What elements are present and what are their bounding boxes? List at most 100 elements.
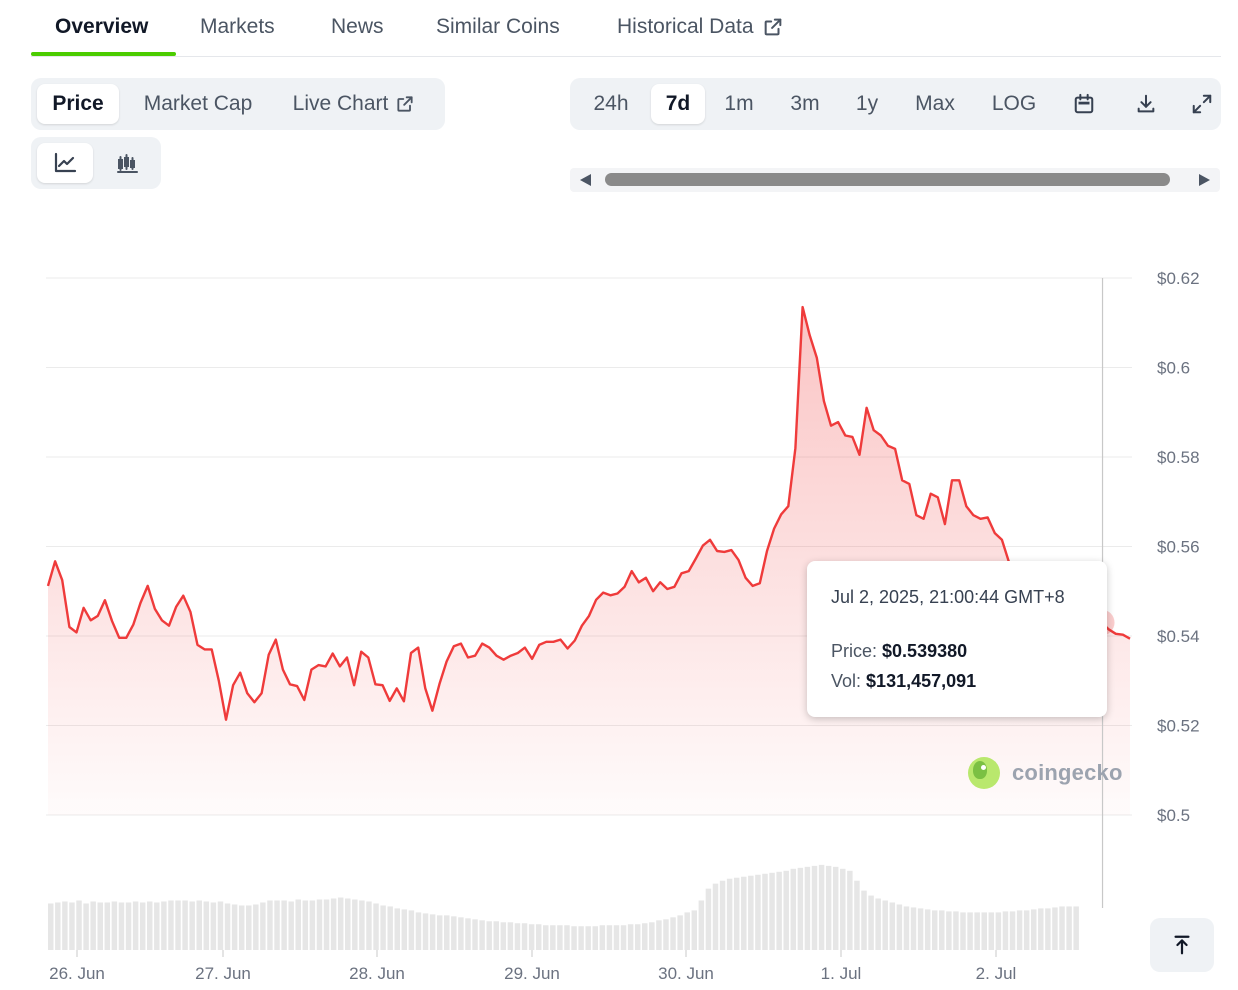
volume-bar bbox=[557, 925, 563, 950]
volume-bar bbox=[507, 922, 514, 950]
volume-bar bbox=[939, 910, 945, 950]
volume-bar bbox=[755, 874, 761, 950]
volume-bar bbox=[1023, 910, 1030, 950]
volume-bar bbox=[691, 910, 698, 950]
coingecko-logo: coingecko bbox=[968, 756, 1123, 790]
volume-bar bbox=[69, 902, 75, 950]
tooltip-date: Jul 2, 2025, 21:00:44 GMT+8 bbox=[831, 587, 1065, 607]
chart-tooltip: Jul 2, 2025, 21:00:44 GMT+8 Price: $0.53… bbox=[807, 561, 1107, 717]
volume-bar bbox=[946, 911, 952, 950]
volume-bar bbox=[154, 902, 160, 950]
gecko-icon bbox=[968, 757, 1000, 789]
volume-bar bbox=[125, 902, 132, 950]
volume-bar bbox=[479, 920, 485, 950]
y-tick-label: $0.5 bbox=[1157, 806, 1190, 825]
volume-bar bbox=[543, 925, 549, 950]
x-tick-label: 27. Jun bbox=[195, 964, 251, 983]
volume-bar bbox=[528, 924, 535, 950]
volume-bar bbox=[472, 919, 478, 950]
volume-bar bbox=[613, 925, 620, 950]
volume-bar bbox=[415, 912, 422, 950]
volume-bar bbox=[762, 873, 768, 950]
volume-bar bbox=[288, 901, 294, 950]
x-tick-label: 26. Jun bbox=[49, 964, 105, 983]
volume-bar bbox=[910, 907, 917, 950]
y-tick-label: $0.52 bbox=[1157, 717, 1200, 736]
volume-bar bbox=[267, 900, 273, 950]
volume-bar bbox=[210, 902, 217, 950]
volume-bar bbox=[401, 909, 408, 950]
volume-bar bbox=[366, 901, 372, 950]
volume-bar bbox=[988, 912, 995, 950]
volume-bar bbox=[168, 900, 174, 950]
volume-bar bbox=[931, 910, 938, 950]
volume-bar bbox=[854, 880, 860, 950]
volume-bar bbox=[458, 917, 464, 950]
volume-bar bbox=[960, 912, 966, 950]
volume-bar bbox=[1052, 907, 1058, 950]
volume-bar bbox=[974, 912, 980, 950]
volume-bar bbox=[953, 911, 959, 950]
x-tick-label: 2. Jul bbox=[976, 964, 1017, 983]
tooltip-price-row: Price: $0.539380 bbox=[831, 641, 967, 662]
volume-bar bbox=[48, 903, 54, 950]
volume-bar bbox=[776, 871, 782, 950]
volume-bar bbox=[832, 866, 839, 950]
volume-bar bbox=[1066, 906, 1072, 950]
volume-bar bbox=[309, 900, 316, 950]
volume-bar bbox=[656, 920, 662, 950]
volume-bar bbox=[514, 923, 521, 950]
x-tick-label: 30. Jun bbox=[658, 964, 714, 983]
volume-bar bbox=[698, 900, 705, 950]
volume-bar bbox=[1002, 911, 1009, 950]
volume-bar bbox=[246, 905, 252, 950]
volume-bar bbox=[783, 870, 789, 950]
volume-bar bbox=[97, 902, 103, 950]
volume-bar bbox=[924, 909, 931, 950]
volume-bar bbox=[818, 864, 825, 950]
volume-bar bbox=[330, 898, 337, 950]
logo-wordmark: coingecko bbox=[1012, 760, 1123, 785]
x-tick-label: 28. Jun bbox=[349, 964, 405, 983]
y-tick-label: $0.62 bbox=[1157, 269, 1200, 288]
volume-bar bbox=[465, 918, 471, 950]
volume-bar bbox=[741, 876, 747, 950]
volume-bar bbox=[408, 910, 415, 950]
volume-bar bbox=[981, 912, 987, 950]
volume-bar bbox=[917, 908, 924, 950]
volume-bar bbox=[76, 900, 82, 950]
volume-bar bbox=[1059, 906, 1065, 950]
volume-bar bbox=[493, 921, 500, 950]
volume-bar bbox=[380, 905, 386, 950]
volume-bar bbox=[712, 883, 719, 950]
volume-bar bbox=[139, 902, 146, 950]
volume-bar bbox=[196, 900, 202, 950]
volume-bar bbox=[896, 904, 903, 950]
volume-bar bbox=[592, 926, 599, 950]
volume-bar bbox=[373, 903, 379, 950]
volume-bar bbox=[238, 905, 245, 950]
volume-bar bbox=[804, 866, 811, 950]
volume-bar bbox=[132, 901, 139, 950]
volume-bar bbox=[606, 925, 613, 950]
volume-bar bbox=[1045, 908, 1051, 950]
volume-bar bbox=[253, 904, 259, 950]
volume-bar bbox=[444, 915, 450, 950]
y-tick-label: $0.56 bbox=[1157, 538, 1200, 557]
back-to-top-button[interactable] bbox=[1150, 918, 1214, 972]
volume-bar bbox=[323, 899, 330, 950]
volume-bar bbox=[670, 917, 676, 950]
tooltip-volume-row: Vol: $131,457,091 bbox=[831, 671, 976, 692]
volume-bar bbox=[847, 870, 853, 950]
volume-bar bbox=[345, 898, 351, 950]
volume-bar bbox=[189, 901, 195, 950]
volume-bar bbox=[748, 875, 754, 950]
volume-bar bbox=[90, 901, 96, 950]
price-chart[interactable]: $0.62 $0.6 $0.58 $0.56 $0.54 $0.52 $0.5 26. Ju… bbox=[0, 0, 1238, 990]
volume-bar bbox=[882, 900, 888, 950]
volume-bar bbox=[260, 902, 266, 950]
volume-bar bbox=[550, 925, 556, 950]
volume-bar bbox=[903, 906, 910, 950]
volume-bar bbox=[394, 908, 400, 950]
volume-bar bbox=[840, 868, 846, 950]
